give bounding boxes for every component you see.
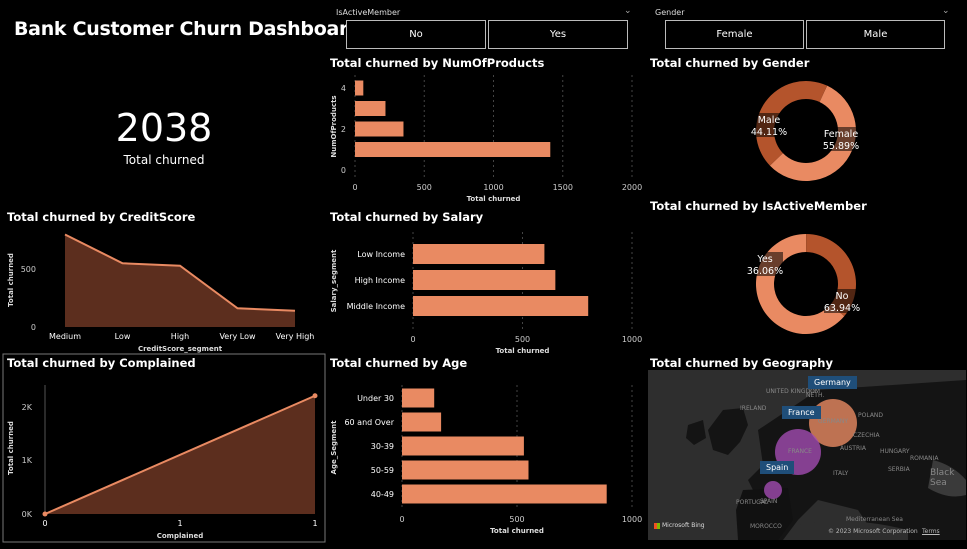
salary-category-label: Middle Income <box>347 302 405 311</box>
map-place-morocco: MOROCCO <box>750 523 782 530</box>
products-bar <box>355 121 404 137</box>
gender-data-label: 44.11% <box>751 127 787 138</box>
gender-data-label: Male <box>758 115 781 126</box>
salary-x-tick: 1000 <box>622 335 642 344</box>
credit-category-label: High <box>171 332 189 341</box>
map-place-romania: ROMANIA <box>910 455 939 462</box>
products-x-tick: 1500 <box>553 183 573 192</box>
map-place-hungary: HUNGARY <box>880 448 910 455</box>
bing-logo-text: Microsoft Bing <box>662 522 705 529</box>
credit-x-axis-label: CreditScore_segment <box>138 345 223 353</box>
products-x-axis-label: Total churned <box>467 195 521 203</box>
salary-bar <box>413 244 545 264</box>
complained-y-tick: 2K <box>22 403 33 412</box>
age-category-label: 30-39 <box>371 442 394 451</box>
age-x-axis-label: Total churned <box>490 527 544 535</box>
bing-logo: Microsoft Bing <box>654 522 705 529</box>
products-x-tick: 500 <box>417 183 432 192</box>
salary-x-tick: 500 <box>515 335 530 344</box>
active-data-label: 63.94% <box>824 303 860 314</box>
credit-y-axis-label: Total churned <box>7 253 15 307</box>
products-y-tick: 4 <box>341 84 346 93</box>
credit-category-label: Medium <box>49 332 81 341</box>
credit-y-tick: 0 <box>31 323 36 332</box>
age-x-tick: 1000 <box>622 515 642 524</box>
credit-category-label: Very Low <box>219 332 256 341</box>
age-bar <box>402 388 435 408</box>
map-place-black-sea: Black Sea <box>930 468 955 488</box>
credit-y-tick: 500 <box>21 265 36 274</box>
active-data-label: No <box>836 291 849 302</box>
salary-y-axis-label: Salary_segment <box>330 249 338 312</box>
products-y-axis-label: NumOfProducts <box>330 95 338 157</box>
active-data-label: 36.06% <box>747 266 783 277</box>
products-x-tick: 2000 <box>622 183 642 192</box>
credit-category-label: Very High <box>276 332 315 341</box>
products-bar <box>355 101 386 116</box>
salary-category-label: Low Income <box>357 250 405 259</box>
age-y-axis-label: Age_Segment <box>330 420 338 475</box>
credit-area-fill <box>65 234 295 327</box>
products-x-tick: 0 <box>352 183 357 192</box>
complained-x-tick: 1 <box>177 519 182 528</box>
salary-bar <box>413 270 556 290</box>
complained-point <box>312 393 318 399</box>
products-bar <box>355 80 364 96</box>
map-place-germany: GERMANY <box>818 418 849 425</box>
age-category-label: Under 30 <box>357 394 394 403</box>
map-place-serbia: SERBIA <box>888 466 910 473</box>
age-category-label: 60 and Over <box>344 418 394 427</box>
products-x-tick: 1000 <box>483 183 503 192</box>
map-place-poland: POLAND <box>858 412 884 419</box>
geography-map[interactable]: UNITED KINGDOM IRELAND NETH. POLAND GERM… <box>648 370 966 540</box>
map-place-france: FRANCE <box>788 448 812 455</box>
age-bar <box>402 460 529 480</box>
complained-x-tick: 0 <box>42 519 47 528</box>
map-copyright: © 2023 Microsoft Corporation <box>828 528 918 535</box>
map-place-italy: ITALY <box>833 470 849 477</box>
age-x-tick: 0 <box>399 515 404 524</box>
products-y-tick: 2 <box>341 125 346 134</box>
map-place-neth: NETH. <box>806 392 825 399</box>
map-place-czechia: CZECHIA <box>853 432 880 439</box>
salary-bar <box>413 296 589 316</box>
salary-category-label: High Income <box>355 276 405 285</box>
map-bubble-spain <box>764 481 782 499</box>
age-category-label: 40-49 <box>371 490 394 499</box>
complained-y-tick: 1K <box>22 456 33 465</box>
complained-x-tick: 1 <box>312 519 317 528</box>
bing-logo-icon <box>654 522 660 529</box>
age-bar <box>402 484 607 504</box>
products-y-tick: 0 <box>341 166 346 175</box>
age-category-label: 50-59 <box>371 466 394 475</box>
map-place-ireland: IRELAND <box>740 405 767 412</box>
map-label-spain: Spain <box>760 461 795 474</box>
complained-x-axis-label: Complained <box>157 532 204 540</box>
complained-y-axis-label: Total churned <box>7 421 15 475</box>
age-x-tick: 500 <box>509 515 524 524</box>
map-place-austria: AUSTRIA <box>840 445 867 452</box>
map-label-france: France <box>782 406 821 419</box>
map-label-germany: Germany <box>808 376 857 389</box>
gender-data-label: Female <box>824 129 859 140</box>
active-data-label: Yes <box>756 254 772 265</box>
complained-point <box>42 511 48 517</box>
age-bar <box>402 436 524 456</box>
map-terms-link[interactable]: Terms <box>922 528 940 535</box>
age-bar <box>402 412 442 432</box>
credit-category-label: Low <box>115 332 131 341</box>
salary-x-axis-label: Total churned <box>496 347 550 355</box>
salary-x-tick: 0 <box>410 335 415 344</box>
products-bar <box>355 142 551 157</box>
gender-data-label: 55.89% <box>823 141 859 152</box>
map-place-med-sea: Mediterranean Sea <box>846 516 903 523</box>
complained-y-tick: 0K <box>22 510 33 519</box>
map-place-portugal: PORTUGAL <box>736 499 769 506</box>
